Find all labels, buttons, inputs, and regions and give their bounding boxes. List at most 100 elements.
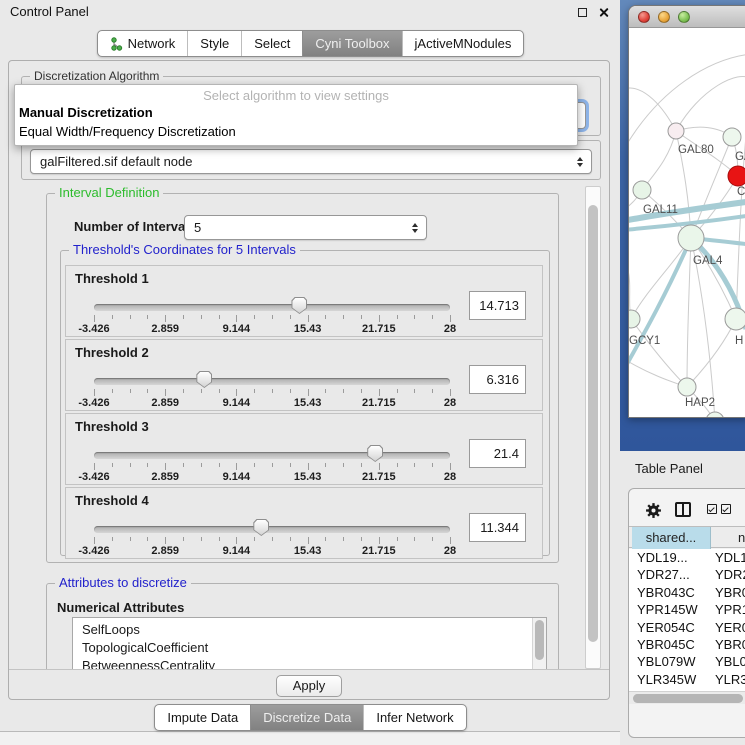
mac-minimize-button[interactable] [658, 11, 670, 23]
slider-tick [343, 315, 344, 319]
settings-scroll-area: Interval Definition Number of Intervals … [15, 186, 601, 669]
table-row[interactable]: YER054CYER0 [629, 619, 745, 636]
split-column-icon[interactable] [675, 502, 691, 517]
network-node[interactable] [723, 128, 741, 146]
tick-label: -3.426 [78, 323, 109, 335]
slider-tick [130, 463, 131, 467]
threshold-value-field[interactable]: 14.713 [469, 291, 526, 320]
slider-tick [147, 315, 148, 319]
tab-select[interactable]: Select [241, 31, 302, 56]
mac-zoom-button[interactable] [678, 11, 690, 23]
list-scrollbar[interactable] [532, 618, 546, 669]
tick-label: 9.144 [223, 545, 251, 557]
slider-tick [414, 463, 415, 467]
network-node[interactable] [668, 123, 684, 139]
slider-tick [254, 315, 255, 319]
number-of-intervals-value: 5 [194, 220, 201, 235]
network-edge [642, 131, 676, 190]
checkbox-icon[interactable] [707, 504, 717, 514]
slider-tick [361, 315, 362, 319]
tab-style[interactable]: Style [187, 31, 241, 56]
slider-thumb[interactable] [253, 519, 269, 536]
slider-tick [130, 537, 131, 541]
table-row[interactable]: YPR145WYPR1 [629, 601, 745, 618]
network-node[interactable] [728, 166, 745, 186]
slider-tick [361, 463, 362, 467]
tab-jactivemnodules[interactable]: jActiveMNodules [402, 31, 524, 56]
thumb-face [368, 446, 382, 461]
popup-option[interactable]: Equal Width/Frequency Discretization [15, 122, 577, 141]
tab-impute-data[interactable]: Impute Data [155, 705, 250, 730]
scrollbar-thumb[interactable] [588, 205, 598, 642]
slider-tick [147, 463, 148, 467]
apply-button[interactable]: Apply [276, 675, 342, 697]
slider-track[interactable] [94, 526, 450, 533]
attribute-list-item[interactable]: TopologicalCoefficient [73, 639, 546, 657]
slider-tick [432, 537, 433, 541]
network-window-titlebar[interactable] [629, 6, 745, 28]
slider-tick [112, 463, 113, 467]
tick-label: -3.426 [78, 545, 109, 557]
top-tab-bar: Network Style SelectCyni ToolboxjActiveMNo… [0, 30, 621, 57]
slider-track[interactable] [94, 304, 450, 311]
gear-icon[interactable] [645, 502, 662, 519]
tab-cyni-toolbox[interactable]: Cyni Toolbox [302, 31, 401, 56]
slider-thumb[interactable] [196, 371, 212, 388]
slider-tick [343, 389, 344, 393]
network-node[interactable] [678, 225, 704, 251]
combo-stepper-icon [412, 223, 418, 233]
scrollbar-thumb[interactable] [633, 694, 743, 703]
table-data-combobox[interactable]: galFiltered.sif default node [30, 149, 592, 174]
numerical-attributes-list[interactable]: SelfLoopsTopologicalCoefficientBetweenne… [72, 617, 547, 669]
close-icon[interactable] [598, 7, 609, 18]
network-node[interactable] [678, 378, 696, 396]
float-window-icon[interactable] [578, 8, 587, 17]
tick-label: 2.859 [151, 471, 179, 483]
number-of-intervals-combobox[interactable]: 5 [184, 215, 427, 240]
table-row[interactable]: YDR27...YDR2 [629, 566, 745, 583]
attribute-list-item[interactable]: BetweennessCentrality [73, 657, 546, 669]
cell-name: YBR0 [715, 585, 745, 600]
slider-thumb[interactable] [291, 297, 307, 314]
table-row[interactable]: YBR043CYBR0 [629, 584, 745, 601]
vertical-scrollbar[interactable] [585, 186, 601, 669]
tick-label: 2.859 [151, 323, 179, 335]
slider-thumb[interactable] [367, 445, 383, 462]
network-node[interactable] [629, 310, 640, 328]
network-node[interactable] [706, 412, 724, 418]
slider-tick [397, 537, 398, 541]
column-header-name[interactable]: n [712, 527, 745, 549]
table-row[interactable]: YDL19...YDL1 [629, 549, 745, 566]
popup-option[interactable]: Manual Discretization [15, 103, 577, 122]
checkbox-icon[interactable] [721, 504, 731, 514]
tick-label: 28 [444, 323, 456, 335]
node-table-window: shared... n YDL19...YDL1YDR27...YDR2YBR0… [628, 488, 745, 738]
slider-tick [308, 389, 309, 396]
slider-track[interactable] [94, 452, 450, 459]
slider-tick [236, 315, 237, 322]
network-canvas[interactable]: GAL80GACGAL11GAL4GCY1HHAP2 [629, 29, 745, 418]
table-row[interactable]: YBL079WYBL0 [629, 653, 745, 670]
threshold-value-field[interactable]: 6.316 [469, 365, 526, 394]
attribute-list-item[interactable]: SelfLoops [73, 621, 546, 639]
network-node[interactable] [633, 181, 651, 199]
cell-name: YDL1 [715, 550, 745, 565]
tab-discretize-data[interactable]: Discretize Data [250, 705, 363, 730]
network-node[interactable] [725, 308, 745, 330]
table-row[interactable]: YLR345WYLR3 [629, 671, 745, 688]
slider-tick [432, 315, 433, 319]
column-header-shared[interactable]: shared... [632, 527, 711, 549]
tab-network[interactable]: Network [98, 31, 188, 56]
slider-tick [361, 389, 362, 393]
tab-infer-network[interactable]: Infer Network [363, 705, 465, 730]
tab-label: Style [200, 35, 229, 52]
slider-tick [254, 389, 255, 393]
threshold-value-field[interactable]: 11.344 [469, 513, 526, 542]
mac-close-button[interactable] [638, 11, 650, 23]
horizontal-scrollbar[interactable] [629, 691, 745, 704]
threshold-value-field[interactable]: 21.4 [469, 439, 526, 468]
tick-label: 9.144 [223, 471, 251, 483]
slider-track[interactable] [94, 378, 450, 385]
slider-tick [236, 537, 237, 544]
table-row[interactable]: YBR045CYBR0 [629, 636, 745, 653]
